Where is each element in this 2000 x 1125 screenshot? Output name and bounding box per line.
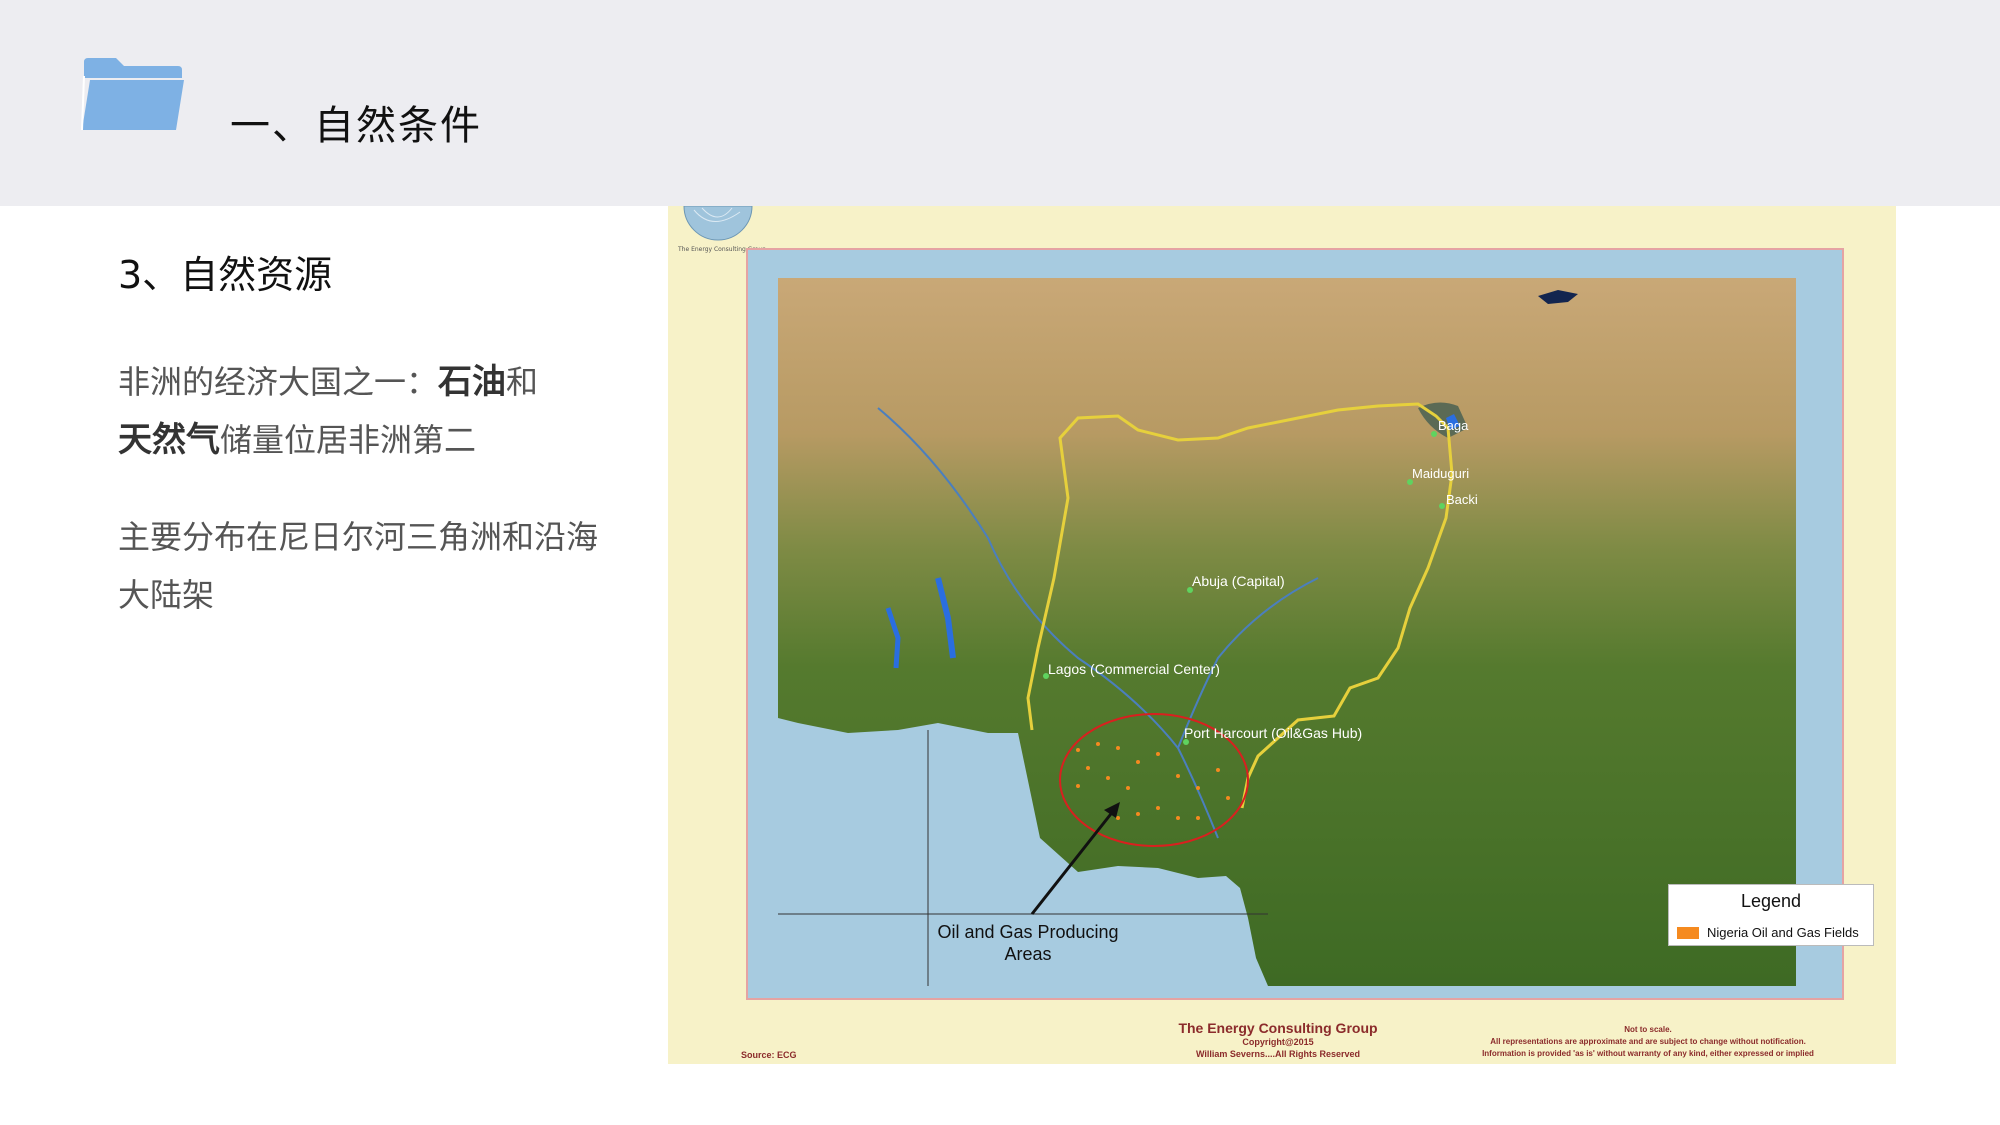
label-oil-areas-2: Areas <box>1004 944 1051 964</box>
nigeria-map-figure: The Energy Consulting Group Baga Maidugu… <box>668 206 1896 1064</box>
disclaimer-line-1: All representations are approximate and … <box>1490 1037 1806 1046</box>
label-backi: Backi <box>1446 492 1478 507</box>
legend-item-label: Nigeria Oil and Gas Fields <box>1707 925 1859 940</box>
text-part: 储量位居非洲第二 <box>220 421 477 459</box>
text-part: 非洲的经济大国之一： <box>118 363 439 401</box>
copyright: Copyright@2015 <box>1242 1037 1314 1047</box>
subheading: 3、自然资源 <box>118 253 333 297</box>
bold-gas: 天然气 <box>118 420 220 460</box>
globe-logo-icon <box>683 206 753 241</box>
label-port-harcourt: Port Harcourt (Oil&Gas Hub) <box>1184 725 1362 741</box>
rights-text: William Severns....All Rights Reserved <box>1196 1049 1360 1059</box>
disclaimer: Not to scale. All representations are ap… <box>1428 1024 1868 1060</box>
scale-note: Not to scale. <box>1624 1025 1672 1034</box>
source-text: Source: ECG <box>741 1050 797 1060</box>
label-maiduguri: Maiduguri <box>1412 466 1469 481</box>
label-baga: Baga <box>1438 418 1469 433</box>
paragraph-distribution: 主要分布在尼日尔河三角洲和沿海大陆架 <box>118 518 599 614</box>
legend-title: Legend <box>1740 891 1802 911</box>
disclaimer-line-2: Information is provided 'as is' without … <box>1482 1049 1814 1058</box>
label-lagos: Lagos (Commercial Center) <box>1048 661 1220 677</box>
header-band: 一、自然条件 <box>0 0 2000 206</box>
folder-icon <box>81 58 184 131</box>
paragraph-oil-gas: 非洲的经济大国之一：石油和天然气储量位居非洲第二 <box>118 353 598 469</box>
map-footer-credits: The Energy Consulting Group Copyright@20… <box>1148 1020 1408 1060</box>
label-oil-areas-1: Oil and Gas Producing <box>937 922 1118 942</box>
company-name: The Energy Consulting Group <box>1178 1020 1378 1036</box>
text-part: 和 <box>506 363 539 401</box>
bold-oil: 石油 <box>438 362 507 402</box>
legend-swatch <box>1677 927 1699 939</box>
land-area <box>778 278 1796 986</box>
label-abuja: Abuja (Capital) <box>1192 573 1285 589</box>
section-title: 一、自然条件 <box>230 103 482 149</box>
map-legend: Legend Nigeria Oil and Gas Fields <box>1668 884 1874 946</box>
satellite-map: Baga Maiduguri Backi Abuja (Capital) Lag… <box>778 278 1796 986</box>
